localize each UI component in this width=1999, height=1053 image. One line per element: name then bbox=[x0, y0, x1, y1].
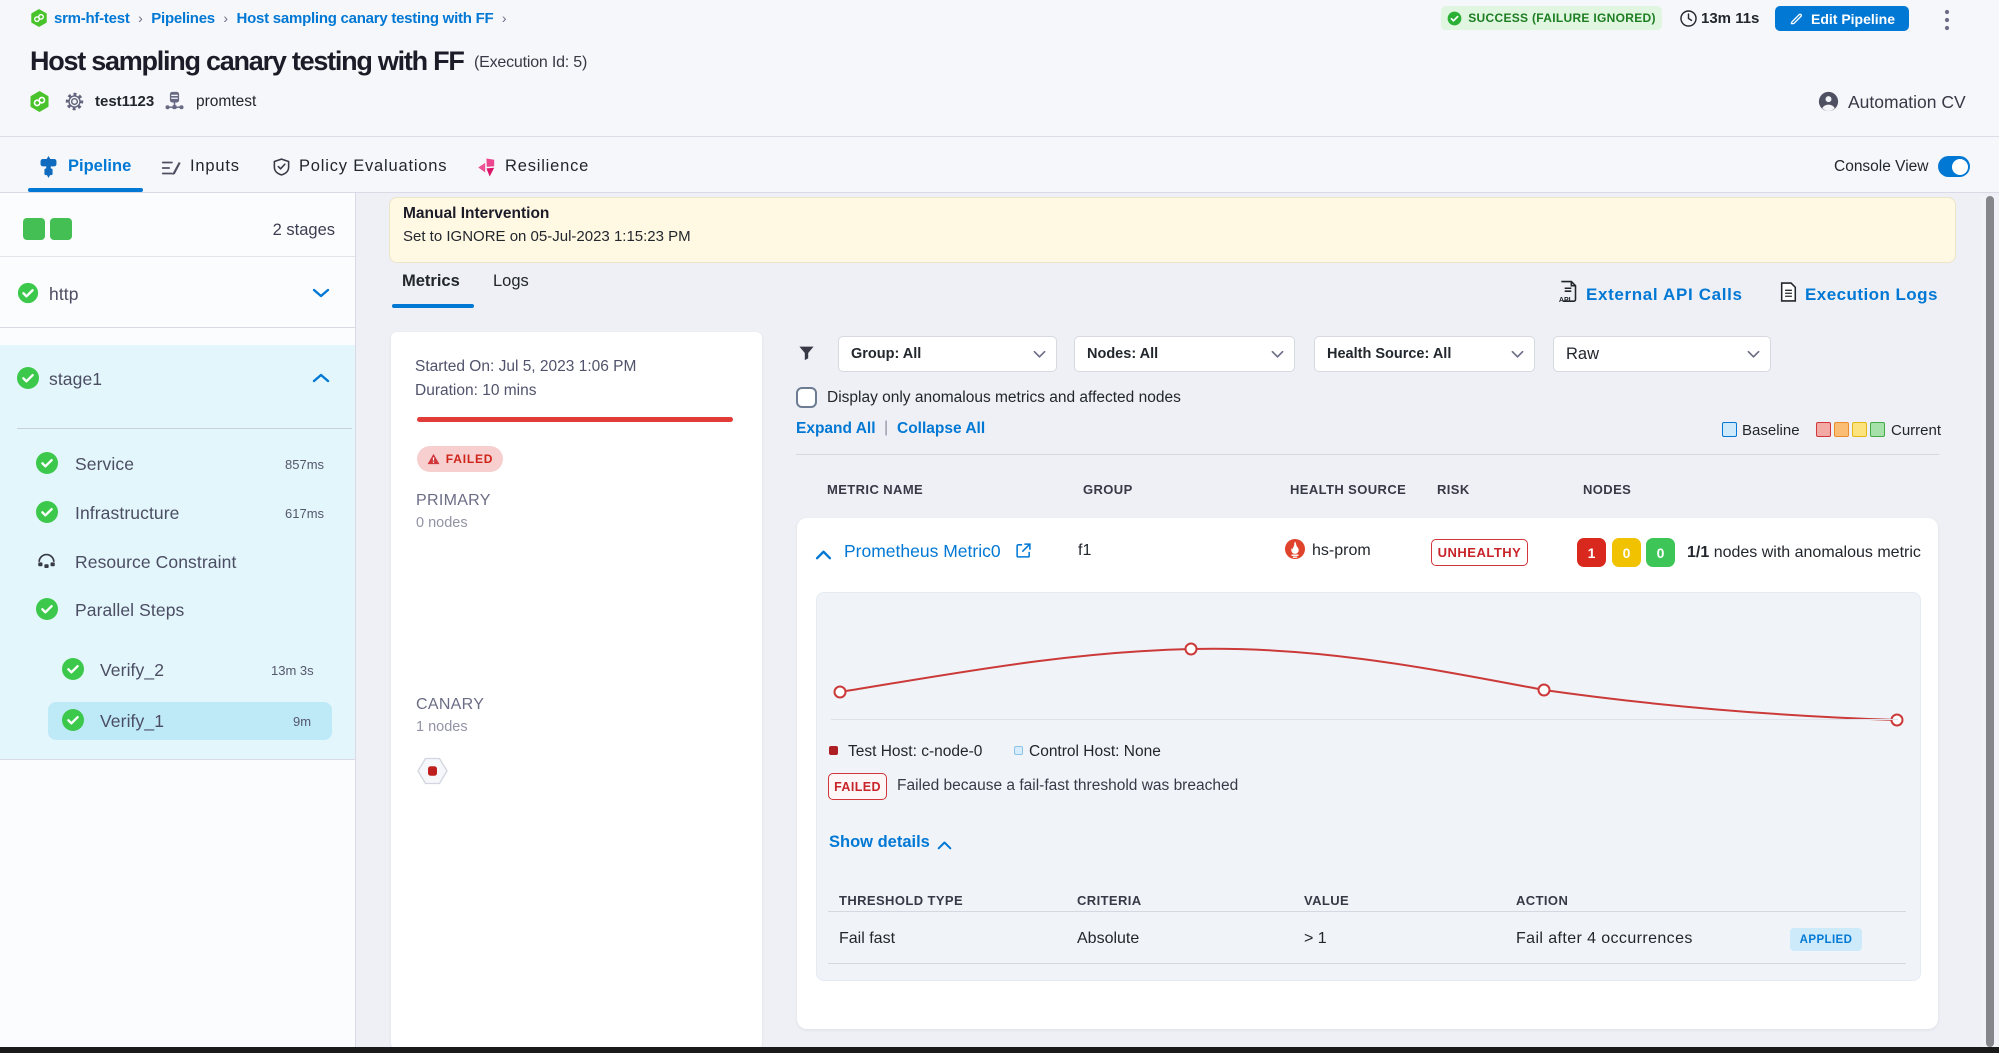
svg-text:API: API bbox=[1559, 296, 1571, 304]
